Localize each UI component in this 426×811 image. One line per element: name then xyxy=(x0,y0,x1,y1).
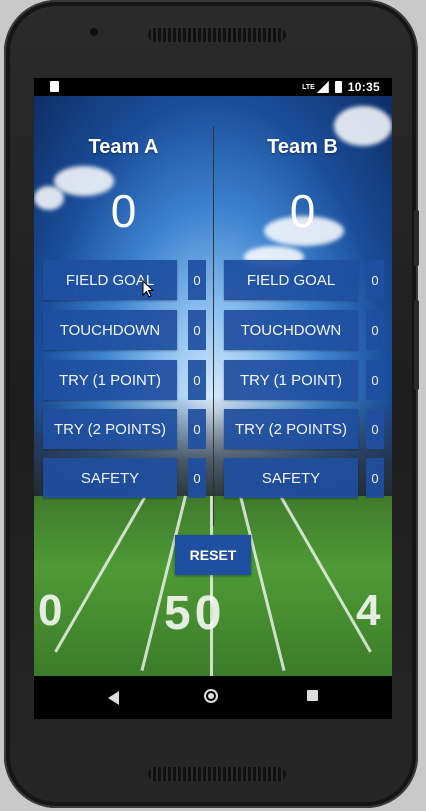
team-a-field-goal-button[interactable]: FIELD GOAL xyxy=(43,260,177,300)
team-a-name: Team A xyxy=(88,136,159,158)
team-a-try-2-row: TRY (2 POINTS) 0 xyxy=(43,409,206,449)
team-b-field-goal-count: 0 xyxy=(366,260,384,300)
team-b-score: 0 xyxy=(289,185,316,237)
team-b-safety-button[interactable]: SAFETY xyxy=(224,458,358,498)
yard-number: 50 xyxy=(164,587,226,640)
team-b-safety-count: 0 xyxy=(366,458,384,498)
team-b-field-goal-row: FIELD GOAL 0 xyxy=(224,260,384,300)
top-speaker xyxy=(148,28,286,42)
team-b-touchdown-row: TOUCHDOWN 0 xyxy=(224,310,384,350)
team-b-safety-row: SAFETY 0 xyxy=(224,458,384,498)
yard-number: 0 xyxy=(38,586,67,635)
team-a-try-2-count: 0 xyxy=(188,409,206,449)
volume-button xyxy=(414,300,419,390)
team-a-field-goal-row: FIELD GOAL 0 xyxy=(43,260,206,300)
team-a-try-1-row: TRY (1 POINT) 0 xyxy=(43,360,206,400)
team-b-try-2-row: TRY (2 POINTS) 0 xyxy=(224,409,384,449)
team-b-try-2-button[interactable]: TRY (2 POINTS) xyxy=(224,409,358,449)
home-icon[interactable] xyxy=(204,689,218,703)
team-a-touchdown-button[interactable]: TOUCHDOWN xyxy=(43,310,177,350)
team-a-touchdown-count: 0 xyxy=(188,310,206,350)
team-b-name: Team B xyxy=(267,136,338,158)
team-a-field-goal-count: 0 xyxy=(188,260,206,300)
signal-icon xyxy=(316,81,329,93)
team-b-touchdown-count: 0 xyxy=(366,310,384,350)
team-a-try-1-button[interactable]: TRY (1 POINT) xyxy=(43,360,177,400)
recents-icon[interactable] xyxy=(307,690,318,701)
team-b-try-1-count: 0 xyxy=(366,360,384,400)
team-a-safety-row: SAFETY 0 xyxy=(43,458,206,498)
mouse-pointer-icon xyxy=(142,280,154,298)
battery-icon xyxy=(334,81,342,93)
team-a-touchdown-row: TOUCHDOWN 0 xyxy=(43,310,206,350)
team-a-safety-button[interactable]: SAFETY xyxy=(43,458,177,498)
power-button xyxy=(414,210,419,266)
android-nav-bar xyxy=(34,676,392,719)
team-a-try-1-count: 0 xyxy=(188,360,206,400)
team-b-try-2-count: 0 xyxy=(366,409,384,449)
clock: 10:35 xyxy=(347,80,380,94)
device-screen: LTE 10:35 0 50 4 Team A 0 FIELD GOAL 0 T… xyxy=(34,78,392,719)
status-bar: LTE 10:35 xyxy=(34,78,392,96)
back-icon[interactable] xyxy=(108,691,119,705)
reset-button[interactable]: RESET xyxy=(175,535,251,575)
bottom-speaker xyxy=(148,767,286,781)
network-type: LTE xyxy=(302,83,315,91)
team-b-touchdown-button[interactable]: TOUCHDOWN xyxy=(224,310,358,350)
front-camera xyxy=(90,28,98,36)
team-b-try-1-button[interactable]: TRY (1 POINT) xyxy=(224,360,358,400)
app-content: 0 50 4 Team A 0 FIELD GOAL 0 TOUCHDOWN 0… xyxy=(34,96,392,676)
team-b-field-goal-button[interactable]: FIELD GOAL xyxy=(224,260,358,300)
team-a-safety-count: 0 xyxy=(188,458,206,498)
team-b-try-1-row: TRY (1 POINT) 0 xyxy=(224,360,384,400)
yard-number: 4 xyxy=(356,586,385,635)
team-a-score: 0 xyxy=(110,185,137,237)
team-a-try-2-button[interactable]: TRY (2 POINTS) xyxy=(43,409,177,449)
sd-card-icon xyxy=(50,81,59,92)
